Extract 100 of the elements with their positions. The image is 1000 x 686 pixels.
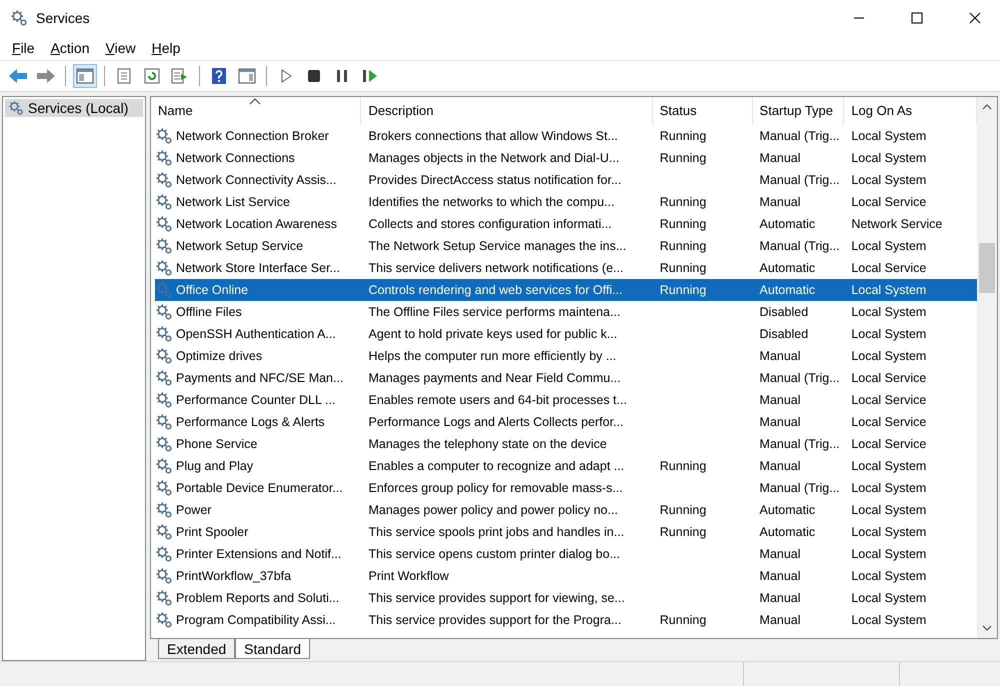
maximize-icon bbox=[911, 12, 923, 24]
table-row[interactable]: Printer Extensions and Notif... This service opens custom printer dialog bo... Manual Local System bbox=[155, 543, 977, 565]
tree-item[interactable]: Services (Local) bbox=[5, 99, 143, 117]
table-row[interactable]: PrintWorkflow_37bfa Print Workflow Manual Local System bbox=[155, 565, 977, 587]
table-cell-text: Local System bbox=[850, 503, 928, 517]
table-row[interactable]: Optimize drives Helps the computer run more efficiently by ... Manual Local System bbox=[155, 345, 977, 367]
gear-icon bbox=[155, 215, 173, 233]
table-cell-text: Local Service bbox=[850, 393, 928, 407]
table-row[interactable]: Network Connection Broker Brokers connections that allow Windows St... Running Manual (Trig... Local System bbox=[155, 125, 977, 147]
table-row[interactable]: Power Manages power policy and power policy no... Running Automatic Local System bbox=[155, 499, 977, 521]
table-row[interactable]: Phone Service Manages the telephony state on the device Manual (Trig... Local Service bbox=[155, 433, 977, 455]
table-cell-text: Running bbox=[658, 613, 708, 627]
table-row[interactable]: Network List Service Identifies the networks to which the compu... Running Manual Local Service bbox=[155, 191, 977, 213]
table-cell-text: Performance Logs and Alerts Collects perfor... bbox=[367, 415, 624, 429]
gear-icon bbox=[155, 567, 173, 585]
table-cell-text: Controls rendering and web services for Offi... bbox=[367, 283, 624, 297]
table-cell-text: Manual bbox=[758, 195, 802, 209]
table-cell: Performance Counter DLL ... bbox=[175, 392, 336, 408]
table-cell: Performance Logs & Alerts bbox=[175, 414, 326, 430]
table-cell-text: Running bbox=[658, 151, 708, 165]
table-cell-text: Network Service bbox=[850, 217, 944, 231]
scrollbar-thumb[interactable] bbox=[979, 242, 995, 292]
gear-icon bbox=[155, 435, 173, 453]
table-row[interactable]: Performance Logs & Alerts Performance Logs and Alerts Collects perfor... Manual Local Service bbox=[155, 411, 977, 433]
window-title: Services bbox=[36, 10, 91, 26]
table-cell-text: Agent to hold private keys used for public k... bbox=[367, 327, 618, 341]
table-cell: Phone Service bbox=[175, 436, 258, 452]
table-cell-text: Automatic bbox=[758, 217, 816, 231]
table-cell-text: Local Service bbox=[850, 437, 928, 451]
gear-icon bbox=[155, 237, 173, 255]
table-cell: Optimize drives bbox=[175, 348, 264, 364]
table-row[interactable]: Plug and Play Enables a computer to recognize and adapt ... Running Manual Local System bbox=[155, 455, 977, 477]
table-cell: Printer Extensions and Notif... bbox=[175, 546, 342, 562]
table-cell-text: Local System bbox=[850, 613, 928, 627]
table-cell-text: Running bbox=[658, 525, 708, 539]
table-cell-text: Manual bbox=[758, 415, 802, 429]
vertical-scrollbar[interactable] bbox=[977, 97, 997, 638]
table-row[interactable]: Performance Counter DLL ... Enables remote users and 64-bit processes t... Manual Local Service bbox=[155, 389, 977, 411]
table-cell: Offline Files bbox=[175, 304, 243, 320]
gear-icon bbox=[155, 413, 173, 431]
table-row[interactable]: Network Location Awareness Collects and stores configuration informati... Running Automatic Network Service bbox=[155, 213, 977, 235]
table-cell-text: Running bbox=[658, 129, 708, 143]
view-tab[interactable]: Standard bbox=[235, 639, 310, 659]
table-cell-text: Local System bbox=[850, 283, 928, 297]
table-cell-text: Manual bbox=[758, 547, 802, 561]
table-row[interactable]: Office Online Controls rendering and web services for Offi... Running Automatic Local System bbox=[155, 279, 977, 301]
table-cell-text: This service opens custom printer dialog bo... bbox=[367, 547, 621, 561]
table-row[interactable]: Network Store Interface Ser... This service delivers network notifications (e... Running Automatic Local Service bbox=[155, 257, 977, 279]
table-cell-text: Local System bbox=[850, 173, 928, 187]
table-row[interactable]: Portable Device Enumerator... Enforces group policy for removable mass-s... Manual (Trig... Local System bbox=[155, 477, 977, 499]
table-cell-text: Enables a computer to recognize and adapt ... bbox=[367, 459, 626, 473]
table-cell-text: Manual bbox=[758, 591, 802, 605]
menu-item[interactable]: Help bbox=[146, 38, 186, 58]
view-tab[interactable]: Extended bbox=[158, 639, 236, 659]
gear-icon bbox=[8, 100, 24, 116]
table-cell-text: Local System bbox=[850, 547, 928, 561]
column-header[interactable]: Startup Type bbox=[752, 97, 844, 125]
table-cell-text: Manual bbox=[758, 569, 802, 583]
table-row[interactable]: Program Compatibility Assi... This service provides support for the Progra... Running Manual Local System bbox=[155, 609, 977, 631]
table-cell-text: The Offline Files service performs maintena... bbox=[367, 305, 622, 319]
table-cell: Office Online bbox=[175, 282, 250, 298]
table-cell-text: Automatic bbox=[758, 503, 816, 517]
table-row[interactable]: OpenSSH Authentication A... Agent to hold private keys used for public k... Disabled Local System bbox=[155, 323, 977, 345]
table-cell-text: Local Service bbox=[850, 415, 928, 429]
table-cell-text: Running bbox=[658, 195, 708, 209]
gear-icon bbox=[155, 369, 173, 387]
console-tree-toggle-icon[interactable] bbox=[73, 64, 97, 88]
table-row[interactable]: Network Connections Manages objects in the Network and Dial-U... Running Manual Local System bbox=[155, 147, 977, 169]
table-row[interactable]: Offline Files The Offline Files service performs maintena... Disabled Local System bbox=[155, 301, 977, 323]
column-header[interactable]: Name bbox=[151, 97, 362, 125]
table-cell-text: Identifies the networks to which the compu... bbox=[367, 195, 616, 209]
services-gear-icon bbox=[10, 9, 28, 27]
table-cell: Network Store Interface Ser... bbox=[175, 260, 341, 276]
table-row[interactable]: Network Setup Service The Network Setup Service manages the ins... Running Manual (Trig... Local System bbox=[155, 235, 977, 257]
gear-icon bbox=[155, 325, 173, 343]
table-cell-text: Manual bbox=[758, 349, 802, 363]
gear-icon bbox=[155, 149, 173, 167]
menu-item[interactable]: View bbox=[100, 38, 142, 58]
table-cell-text: Manual (Trig... bbox=[758, 129, 841, 143]
table-row[interactable]: Network Connectivity Assis... Provides DirectAccess status notification for... Manual (Trig... Local System bbox=[155, 169, 977, 191]
table-cell: Power bbox=[175, 502, 212, 518]
gear-icon bbox=[155, 303, 173, 321]
table-cell-text: Collects and stores configuration informati... bbox=[367, 217, 613, 231]
column-header[interactable]: Status bbox=[652, 97, 753, 125]
table-cell-text: Running bbox=[658, 459, 708, 473]
table-cell-text: Local System bbox=[850, 591, 928, 605]
table-cell-text: Local System bbox=[850, 525, 928, 539]
table-cell-text: Manages payments and Near Field Commu... bbox=[367, 371, 622, 385]
table-cell-text: Enables remote users and 64-bit processes t... bbox=[367, 393, 628, 407]
table-cell: Network Setup Service bbox=[175, 238, 304, 254]
table-cell: Payments and NFC/SE Man... bbox=[175, 370, 344, 386]
menu-item[interactable]: File bbox=[6, 38, 41, 58]
column-header[interactable]: Description bbox=[361, 97, 653, 125]
table-row[interactable]: Print Spooler This service spools print jobs and handles in... Running Automatic Local System bbox=[155, 521, 977, 543]
table-row[interactable]: Payments and NFC/SE Man... Manages payments and Near Field Commu... Manual (Trig... Local Service bbox=[155, 367, 977, 389]
gear-icon bbox=[155, 171, 173, 189]
table-cell-text: Local System bbox=[850, 239, 928, 253]
menu-item[interactable]: Action bbox=[44, 38, 96, 58]
table-row[interactable]: Problem Reports and Soluti... This service provides support for viewing, se... Manual Local System bbox=[155, 587, 977, 609]
table-cell: OpenSSH Authentication A... bbox=[175, 326, 337, 342]
